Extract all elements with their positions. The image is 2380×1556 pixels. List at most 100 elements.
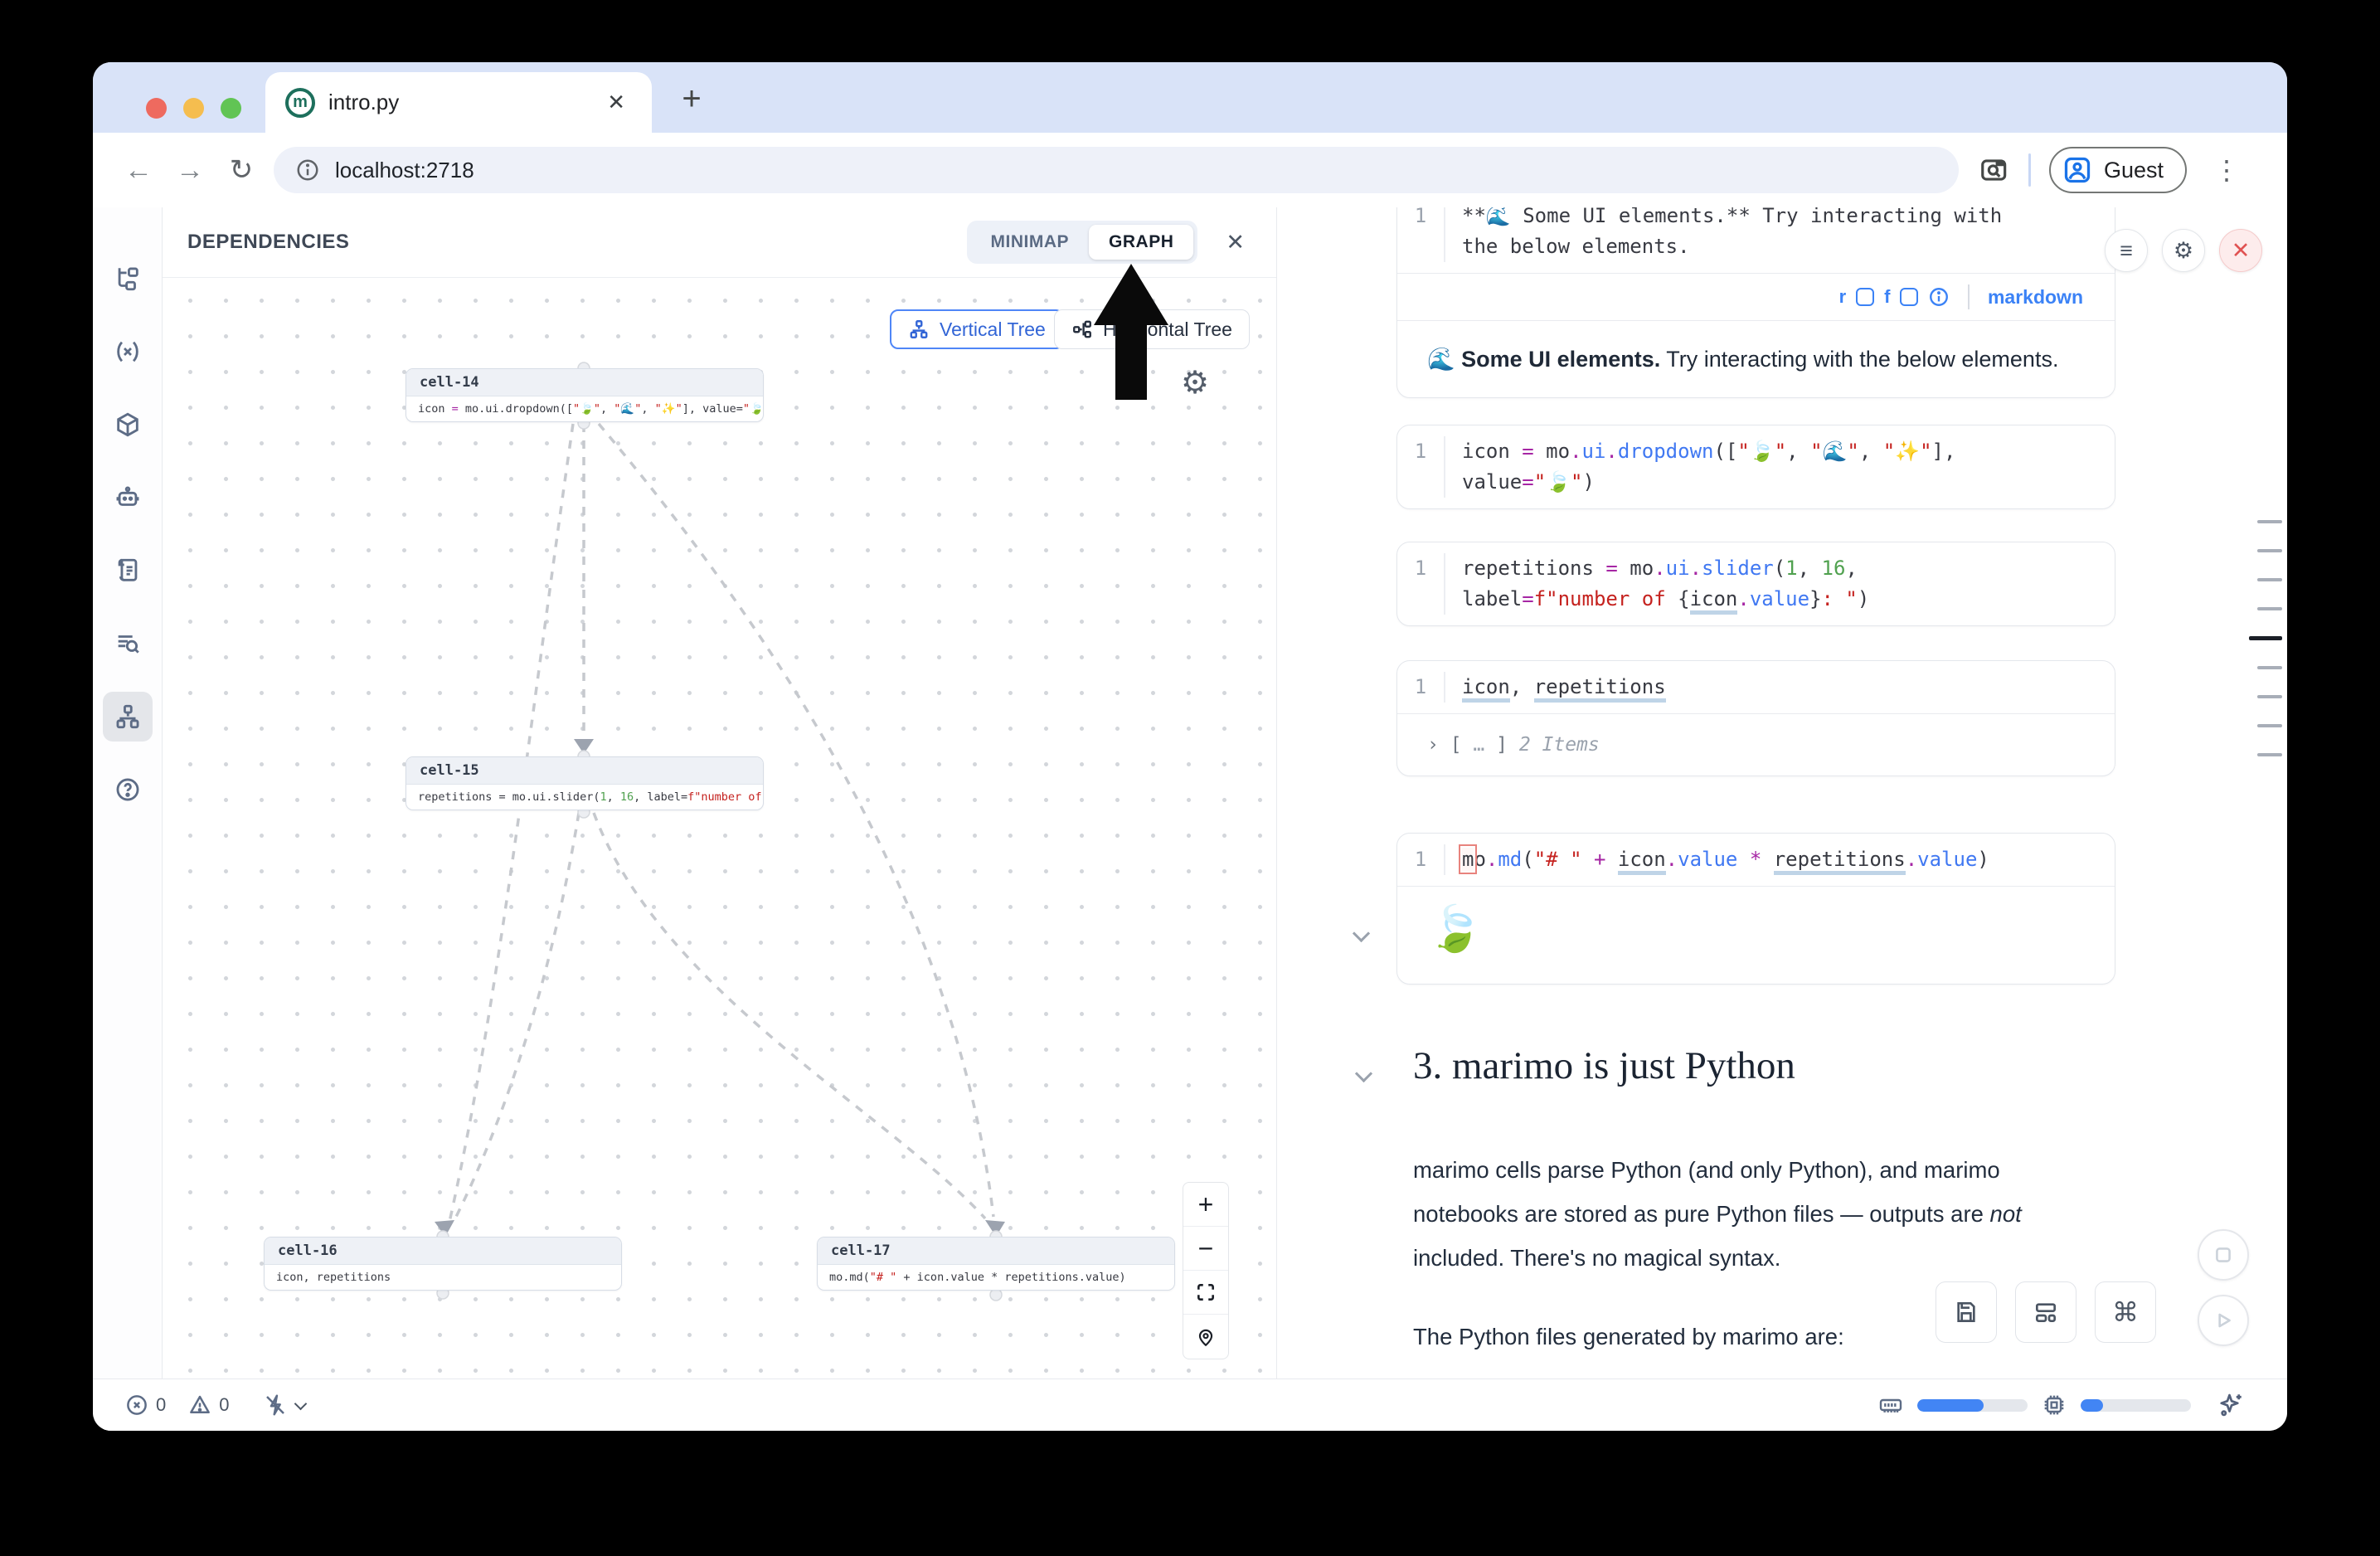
reference-icon[interactable]: r <box>1839 286 1847 308</box>
notebook-cell-markdown-intro[interactable]: 1 **🌊 Some UI elements.** Try interactin… <box>1396 207 2115 398</box>
language-label[interactable]: markdown <box>1988 286 2083 309</box>
location-pin-icon <box>1195 1326 1217 1348</box>
sidebar-item-file-tree[interactable] <box>103 254 153 304</box>
code-editor[interactable]: 1 repetitions = mo.ui.slider(1, 16,label… <box>1397 542 2115 625</box>
graph-node-code: repetitions = mo.ui.slider(1, 16, label=… <box>406 785 763 810</box>
sidebar-item-logs[interactable] <box>103 546 153 596</box>
code-editor[interactable]: 1 icon = mo.ui.dropdown(["🍃", "🌊", "✨"],… <box>1397 425 2115 508</box>
minimap-tick[interactable] <box>2257 607 2282 610</box>
cell-settings-icon[interactable]: ⚙ <box>2162 229 2205 272</box>
cell-actions: ≡ ⚙ ✕ <box>2105 229 2262 272</box>
url-bar[interactable]: localhost:2718 <box>274 147 1959 193</box>
graph-node-title: cell-15 <box>406 757 763 785</box>
fit-view-button[interactable] <box>1183 1271 1228 1315</box>
back-icon[interactable]: ← <box>113 154 164 187</box>
cell-menu-icon[interactable]: ≡ <box>2105 229 2148 272</box>
code-text: icon, repetitions <box>1462 672 1666 703</box>
panel-title: DEPENDENCIES <box>187 231 349 254</box>
sidebar-item-scratchpad[interactable] <box>103 619 153 669</box>
graph-node-cell-15[interactable]: cell-15 repetitions = mo.ui.slider(1, 16… <box>406 756 764 810</box>
browser-menu-icon[interactable]: ⋮ <box>2205 154 2248 186</box>
save-button[interactable] <box>1936 1281 1997 1343</box>
format-icon[interactable]: f <box>1884 286 1890 308</box>
dependency-graph-canvas[interactable]: Vertical Tree Horizontal Tree ⚙ cell-14 … <box>163 278 1276 1379</box>
forward-icon[interactable]: → <box>164 154 216 187</box>
minimap-tick[interactable] <box>2257 549 2282 552</box>
notebook-cell-expression[interactable]: 1 icon, repetitions › [ … ] 2 Items <box>1396 660 2115 776</box>
memory-icon <box>1877 1392 1904 1418</box>
minimap-tick[interactable] <box>2257 578 2282 581</box>
emoji-output: 🍃 <box>1397 887 2115 984</box>
error-count[interactable]: 0 <box>124 1393 166 1417</box>
sidebar-item-dependency-graph[interactable] <box>103 692 153 742</box>
reload-icon[interactable]: ↻ <box>216 153 267 187</box>
autorun-disabled-icon <box>263 1393 288 1417</box>
collapsed-list-output[interactable]: › [ … ] 2 Items <box>1397 714 2115 776</box>
minimap-tick-active[interactable] <box>2249 636 2282 640</box>
zoom-out-button[interactable]: − <box>1183 1227 1228 1271</box>
sidebar-item-help[interactable] <box>103 765 153 814</box>
tab-minimap[interactable]: MINIMAP <box>971 225 1090 260</box>
cell-close-icon[interactable]: ✕ <box>2219 229 2262 272</box>
code-editor[interactable]: 1 icon, repetitions <box>1397 661 2115 713</box>
graph-node-cell-16[interactable]: cell-16 icon, repetitions <box>264 1237 622 1291</box>
graph-settings-icon[interactable]: ⚙ <box>1181 364 1209 401</box>
app-sidebar <box>93 207 162 1379</box>
avatar-icon <box>2062 155 2092 185</box>
url-text: localhost:2718 <box>335 158 474 183</box>
notebook-cell-md-result[interactable]: 1 mo.md("# " + icon.value * repetitions.… <box>1396 833 2115 985</box>
notebook-cell-slider[interactable]: 1 repetitions = mo.ui.slider(1, 16,label… <box>1396 542 2115 626</box>
locate-button[interactable] <box>1183 1315 1228 1359</box>
line-number: 1 <box>1397 436 1445 498</box>
zoom-in-button[interactable]: + <box>1183 1183 1228 1227</box>
runtime-status[interactable] <box>263 1393 308 1417</box>
maximize-window-button[interactable] <box>221 98 241 119</box>
play-icon <box>2212 1310 2234 1331</box>
markdown-cell-toolbar: r f markdown <box>1397 274 2115 320</box>
graph-edges <box>163 278 1276 1379</box>
cell-minimap[interactable] <box>2244 520 2282 756</box>
stop-button[interactable] <box>2198 1229 2249 1281</box>
sidebar-item-packages[interactable] <box>103 400 153 450</box>
minimap-tick[interactable] <box>2257 695 2282 698</box>
layout-icon <box>2033 1299 2059 1325</box>
profile-button[interactable]: Guest <box>2049 147 2187 193</box>
notebook-cell-dropdown[interactable]: 1 icon = mo.ui.dropdown(["🍃", "🌊", "✨"],… <box>1396 425 2115 509</box>
collapse-chevron-icon[interactable] <box>1353 926 1370 942</box>
site-info-icon[interactable] <box>295 158 320 182</box>
browser-tab[interactable]: m intro.py ✕ <box>265 72 652 133</box>
error-count-value: 0 <box>156 1394 166 1416</box>
graph-node-cell-17[interactable]: cell-17 mo.md("# " + icon.value * repeti… <box>817 1237 1175 1291</box>
ai-sparkle-icon[interactable] <box>2216 1390 2246 1420</box>
code-text: icon = mo.ui.dropdown(["🍃", "🌊", "✨"],va… <box>1462 436 1955 498</box>
tab-close-icon[interactable]: ✕ <box>600 86 632 119</box>
minimap-tick[interactable] <box>2257 520 2282 523</box>
checkbox-icon[interactable] <box>1900 288 1918 306</box>
run-button[interactable] <box>2198 1295 2249 1346</box>
section-collapse-chevron-icon[interactable] <box>1356 1066 1372 1082</box>
graph-node-cell-14[interactable]: cell-14 icon = mo.ui.dropdown(["🍃", "🌊",… <box>406 368 764 422</box>
close-window-button[interactable] <box>146 98 167 119</box>
new-tab-button[interactable]: + <box>670 80 713 118</box>
vertical-tree-button[interactable]: Vertical Tree <box>890 309 1064 349</box>
code-text: repetitions = mo.ui.slider(1, 16,label=f… <box>1462 553 1869 615</box>
minimap-tick[interactable] <box>2257 724 2282 727</box>
minimize-window-button[interactable] <box>183 98 204 119</box>
tab-search-icon[interactable] <box>1979 154 2010 186</box>
layout-button[interactable] <box>2015 1281 2076 1343</box>
tab-graph[interactable]: GRAPH <box>1089 225 1193 260</box>
graph-node-title: cell-16 <box>265 1238 621 1265</box>
code-editor[interactable]: 1 mo.md("# " + icon.value * repetitions.… <box>1397 834 2115 886</box>
checkbox-icon[interactable] <box>1856 288 1874 306</box>
panel-close-icon[interactable]: ✕ <box>1219 226 1251 259</box>
sidebar-item-ai-assistant[interactable] <box>103 473 153 523</box>
info-icon[interactable] <box>1928 286 1950 308</box>
markdown-section: 3. marimo is just Python marimo cells pa… <box>1413 1043 2027 1379</box>
minimap-tick[interactable] <box>2257 753 2282 756</box>
save-icon <box>1953 1299 1979 1325</box>
sidebar-item-variables[interactable] <box>103 327 153 377</box>
command-palette-button[interactable]: ⌘ <box>2095 1281 2156 1343</box>
code-editor[interactable]: 1 **🌊 Some UI elements.** Try interactin… <box>1397 207 2115 273</box>
warning-count[interactable]: 0 <box>187 1393 229 1417</box>
minimap-tick[interactable] <box>2257 666 2282 669</box>
